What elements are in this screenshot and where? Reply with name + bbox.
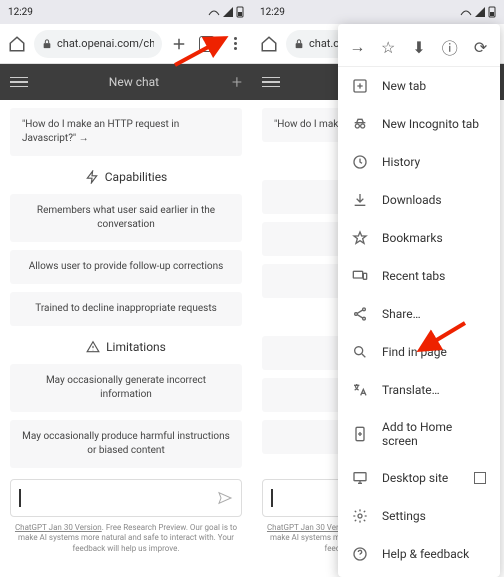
download-icon[interactable]: ⬇ — [408, 36, 430, 58]
menu-help[interactable]: Help & feedback — [338, 535, 500, 573]
url-text: chat.openai.com/chat — [57, 37, 154, 50]
status-bar: 12:29 — [0, 0, 252, 24]
chat-header: New chat + — [0, 64, 252, 100]
add-home-icon — [352, 426, 368, 442]
phone-right: 12:29 chat.open "How do I make a x Remem… — [252, 0, 504, 560]
history-icon — [352, 154, 368, 170]
menu-desktop-site[interactable]: Desktop site — [338, 459, 500, 497]
home-icon[interactable] — [258, 33, 280, 55]
page-content: "How do I make an HTTP request in Javasc… — [0, 100, 252, 473]
menu-new-tab[interactable]: New tab — [338, 67, 500, 105]
search-icon — [352, 344, 368, 360]
bolt-icon — [85, 170, 99, 184]
limitations-heading: Limitations — [10, 340, 242, 354]
status-time: 12:29 — [8, 7, 33, 18]
example-prompt[interactable]: "How do I make an HTTP request in Javasc… — [10, 108, 242, 156]
status-bar: 12:29 — [252, 0, 504, 24]
menu-translate[interactable]: Translate… — [338, 371, 500, 409]
tabs-switcher[interactable]: 1 — [196, 33, 218, 55]
menu-history[interactable]: History — [338, 143, 500, 181]
menu-add-home[interactable]: Add to Home screen — [338, 409, 500, 459]
lock-icon — [294, 39, 304, 49]
menu-icon[interactable] — [262, 77, 280, 88]
overflow-menu-icon[interactable] — [224, 33, 246, 55]
forward-icon[interactable]: → — [346, 36, 368, 58]
limitation-card: May occasionally generate incorrect info… — [10, 364, 242, 412]
url-bar[interactable]: chat.openai.com/chat — [34, 30, 162, 58]
lock-icon — [42, 39, 52, 49]
footer-text: ChatGPT Jan 30 Version. Free Research Pr… — [0, 523, 252, 560]
incognito-icon — [352, 116, 368, 132]
overflow-menu: → ☆ ⬇ ⓘ ⟳ New tab New Incognito tab Hist… — [338, 24, 500, 577]
desktop-checkbox[interactable] — [474, 472, 486, 484]
capability-card: Trained to decline inappropriate request… — [10, 292, 242, 326]
capabilities-heading: Capabilities — [10, 170, 242, 184]
bookmark-star-icon[interactable]: ☆ — [377, 36, 399, 58]
status-icons — [208, 6, 244, 18]
menu-recent-tabs[interactable]: Recent tabs — [338, 257, 500, 295]
message-input[interactable] — [10, 479, 242, 517]
warning-icon — [86, 340, 100, 354]
menu-downloads[interactable]: Downloads — [338, 181, 500, 219]
menu-icon[interactable] — [10, 77, 28, 88]
reload-icon[interactable]: ⟳ — [470, 36, 492, 58]
menu-top-row: → ☆ ⬇ ⓘ ⟳ — [338, 28, 500, 67]
desktop-icon — [352, 470, 368, 486]
devices-icon — [352, 268, 368, 284]
limitation-card: May occasionally produce harmful instruc… — [10, 420, 242, 468]
chat-title: New chat — [36, 75, 232, 89]
download-icon — [352, 192, 368, 208]
menu-find[interactable]: Find in page — [338, 333, 500, 371]
phone-left: 12:29 chat.openai.com/chat 1 New chat + … — [0, 0, 252, 560]
menu-settings[interactable]: Settings — [338, 497, 500, 535]
home-icon[interactable] — [6, 33, 28, 55]
capability-card: Remembers what user said earlier in the … — [10, 194, 242, 242]
translate-icon — [352, 382, 368, 398]
browser-toolbar: chat.openai.com/chat 1 — [0, 24, 252, 64]
info-icon[interactable]: ⓘ — [439, 36, 461, 58]
menu-share[interactable]: Share… — [338, 295, 500, 333]
star-icon — [352, 230, 368, 246]
menu-incognito[interactable]: New Incognito tab — [338, 105, 500, 143]
status-icons — [460, 6, 496, 18]
new-tab-icon[interactable] — [168, 33, 190, 55]
capability-card: Allows user to provide follow-up correct… — [10, 250, 242, 284]
menu-bookmarks[interactable]: Bookmarks — [338, 219, 500, 257]
status-time: 12:29 — [260, 7, 285, 18]
plus-box-icon — [352, 78, 368, 94]
new-chat-icon[interactable]: + — [232, 72, 242, 93]
gear-icon — [352, 508, 368, 524]
send-icon[interactable] — [217, 490, 233, 506]
share-icon — [352, 306, 368, 322]
